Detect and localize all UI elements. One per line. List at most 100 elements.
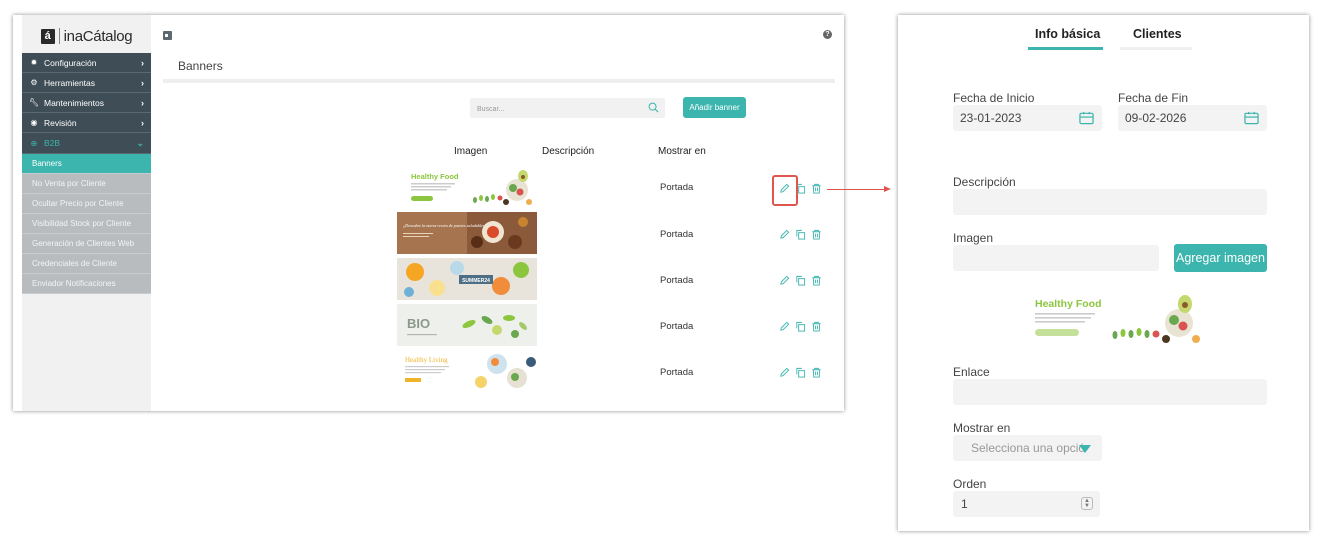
banner-thumbnail-bio[interactable]: BIO	[397, 304, 537, 346]
tab-info-basica[interactable]: Info básica	[1035, 27, 1100, 41]
tab-clientes[interactable]: Clientes	[1133, 27, 1182, 41]
agregar-imagen-button[interactable]: Agregar imagen	[1174, 244, 1267, 272]
sidebar-toggle-icon[interactable]	[163, 31, 172, 40]
row-actions	[779, 229, 822, 240]
delete-trash-icon[interactable]	[811, 229, 822, 240]
logo-text: inaCátalog	[63, 27, 133, 45]
sidebar-subitem-generacion-clientes[interactable]: Generación de Clientes Web	[22, 234, 151, 254]
banner-title: ¿Descubre la nueva receta de postres sal…	[403, 223, 488, 228]
column-header-descripcion: Descripción	[542, 146, 595, 157]
chevron-right-icon: ›	[141, 57, 144, 68]
sidebar-item-label: Herramientas	[44, 77, 96, 88]
banner-title: SUMMER24	[462, 278, 490, 284]
number-stepper-icon[interactable]: ▲ ▼	[1081, 497, 1093, 510]
banner-title: Healthy Food	[411, 172, 459, 181]
banner-thumbnail-postres[interactable]: ¿Descubre la nueva receta de postres sal…	[397, 212, 537, 254]
imagen-input[interactable]	[953, 245, 1159, 271]
calendar-icon[interactable]	[1079, 111, 1094, 125]
sidebar-item-herramientas[interactable]: ⚙ Herramientas ›	[22, 73, 151, 93]
row-actions	[779, 321, 822, 332]
fecha-inicio-value: 23-01-2023	[960, 111, 1022, 125]
help-icon[interactable]: ?	[823, 30, 832, 39]
duplicate-icon[interactable]	[795, 321, 806, 332]
row-mostrar-en: Portada	[660, 182, 694, 193]
banner-preview-image: Healthy Food	[1015, 291, 1205, 347]
enlace-input[interactable]	[953, 379, 1267, 405]
page-title: Banners	[178, 59, 223, 73]
row-actions	[779, 367, 822, 378]
orden-input[interactable]: 1 ▲ ▼	[953, 491, 1100, 517]
add-banner-button[interactable]: Añadir banner	[683, 97, 746, 118]
sidebar-subitem-credenciales[interactable]: Credenciales de Cliente	[22, 254, 151, 274]
sidebar-subitem-no-venta[interactable]: No Venta por Cliente	[22, 174, 151, 194]
delete-trash-icon[interactable]	[811, 321, 822, 332]
delete-trash-icon[interactable]	[811, 275, 822, 286]
connector-arrow-line	[827, 189, 888, 190]
title-divider	[163, 79, 835, 83]
mostrar-en-placeholder: Selecciona una opció	[971, 441, 1086, 455]
tab-active-indicator	[1028, 47, 1103, 50]
calendar-icon[interactable]	[1244, 111, 1259, 125]
preview-title: Healthy Food	[1035, 298, 1102, 310]
imagen-label: Imagen	[953, 231, 994, 245]
sidebar-subitem-visibilidad-stock[interactable]: Visibilidad Stock por Cliente	[22, 214, 151, 234]
edit-pencil-icon[interactable]	[779, 367, 790, 378]
sidebar-item-label: Mantenimientos	[44, 97, 105, 108]
eye-icon: ◉	[30, 118, 38, 127]
mostrar-en-label: Mostrar en	[953, 421, 1011, 435]
sidebar-subitem-banners[interactable]: Banners	[22, 154, 151, 174]
search-box	[470, 98, 665, 120]
row-actions	[779, 275, 822, 286]
chevron-down-icon: ⌄	[136, 137, 144, 148]
row-mostrar-en: Portada	[660, 275, 694, 286]
descripcion-label: Descripción	[953, 175, 1016, 189]
sidebar-item-label: Configuración	[44, 57, 97, 68]
chevron-right-icon: ›	[141, 117, 144, 128]
banner-thumbnail-healthy-food[interactable]: Healthy Food	[397, 166, 537, 208]
search-input[interactable]	[470, 99, 640, 120]
logo-mark: á	[40, 28, 55, 44]
delete-trash-icon[interactable]	[811, 367, 822, 378]
edit-pencil-icon[interactable]	[779, 321, 790, 332]
banner-title: BIO	[407, 316, 430, 331]
search-icon[interactable]	[648, 102, 659, 113]
gears-icon: ⚙	[30, 78, 38, 87]
sidebar-item-configuracion[interactable]: ✹ Configuración ›	[22, 53, 151, 73]
dropdown-arrow-icon	[1079, 445, 1091, 453]
sidebar-item-mantenimientos[interactable]: 🔧︎ Mantenimientos ›	[22, 93, 151, 113]
orden-value: 1	[961, 497, 968, 511]
connector-arrow-head	[884, 186, 891, 192]
duplicate-icon[interactable]	[795, 229, 806, 240]
tab-inactive-indicator	[1120, 47, 1192, 50]
delete-trash-icon[interactable]	[811, 183, 822, 194]
app-logo[interactable]: á inaCátalog	[22, 25, 151, 47]
fecha-fin-value: 09-02-2026	[1125, 111, 1187, 125]
highlight-edit-box	[772, 175, 798, 206]
edit-banner-window: Info básica Clientes Fecha de Inicio 23-…	[898, 15, 1309, 531]
gear-icon: ✹	[30, 58, 38, 67]
sidebar-item-label: Revisión	[44, 117, 77, 128]
sidebar-item-revision[interactable]: ◉ Revisión ›	[22, 113, 151, 133]
banner-thumbnail-healthy-living[interactable]: Healthy Living	[397, 350, 537, 392]
sidebar-item-label: B2B	[44, 138, 61, 148]
fecha-fin-field[interactable]: 09-02-2026	[1118, 105, 1267, 131]
sidebar-item-b2b[interactable]: ⊕ B2B ⌄	[22, 133, 151, 154]
fecha-inicio-field[interactable]: 23-01-2023	[953, 105, 1102, 131]
duplicate-icon[interactable]	[795, 275, 806, 286]
fecha-fin-label: Fecha de Fin	[1118, 91, 1189, 105]
edit-pencil-icon[interactable]	[779, 275, 790, 286]
sidebar-subitem-ocultar-precio[interactable]: Ocultar Precio por Cliente	[22, 194, 151, 214]
row-mostrar-en: Portada	[660, 321, 694, 332]
descripcion-input[interactable]	[953, 189, 1267, 215]
chevron-right-icon: ›	[141, 77, 144, 88]
globe-icon: ⊕	[30, 138, 38, 148]
column-header-mostrar-en: Mostrar en	[658, 146, 706, 157]
edit-pencil-icon[interactable]	[779, 229, 790, 240]
sidebar-menu: ✹ Configuración › ⚙ Herramientas › 🔧︎ Ma…	[22, 53, 151, 294]
duplicate-icon[interactable]	[795, 367, 806, 378]
banner-thumbnail-summer24[interactable]: SUMMER24	[397, 258, 537, 300]
sidebar-subitem-enviador[interactable]: Enviador Notificaciones	[22, 274, 151, 294]
row-mostrar-en: Portada	[660, 229, 694, 240]
mostrar-en-select[interactable]: Selecciona una opció	[953, 435, 1102, 461]
sidebar: á inaCátalog ✹ Configuración › ⚙ Herrami…	[22, 15, 151, 411]
